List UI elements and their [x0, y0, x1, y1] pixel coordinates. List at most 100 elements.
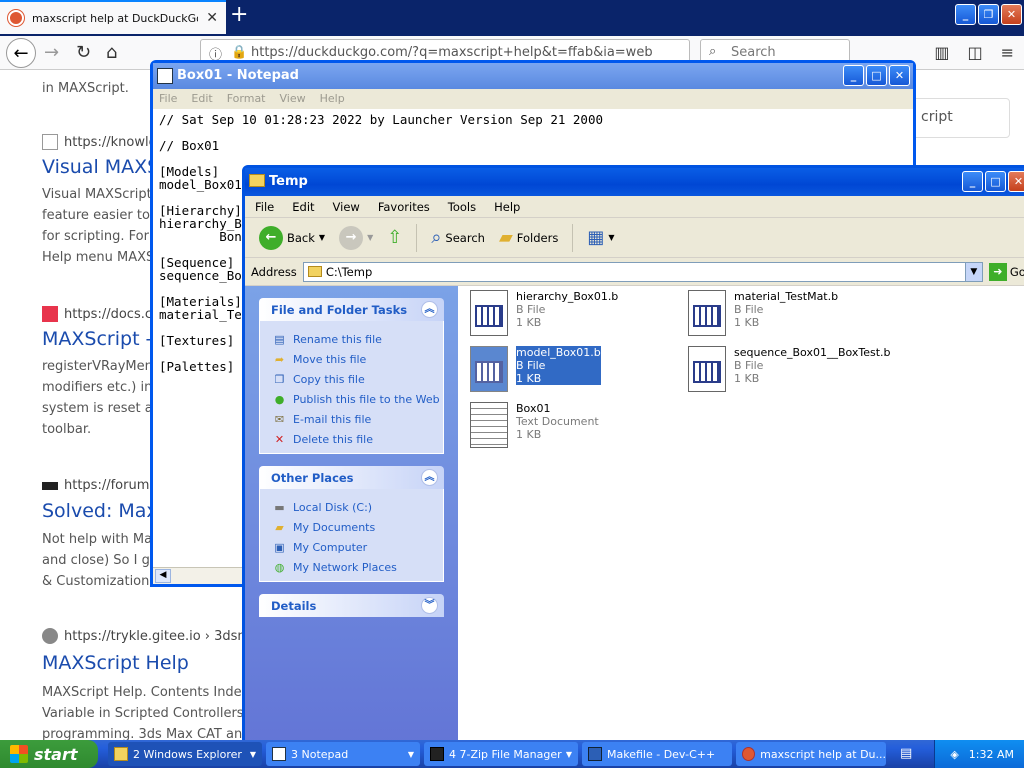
minimize-icon[interactable]: _ — [843, 65, 864, 86]
menu-tools[interactable]: Tools — [448, 200, 476, 214]
views-icon: ▦ — [587, 227, 605, 248]
tab-title: maxscript help at DuckDuckGo — [32, 11, 199, 25]
result-title[interactable]: Visual MAXS — [42, 156, 159, 178]
forward-button[interactable]: → ▼ — [335, 224, 377, 252]
menu-view[interactable]: View — [280, 92, 306, 106]
panel-header[interactable]: Details ︾ — [259, 594, 444, 617]
site-favicon-icon — [42, 481, 58, 490]
file-item[interactable]: model_Box01.b B File 1 KB — [470, 346, 680, 398]
close-tab-icon[interactable]: ✕ — [206, 10, 218, 26]
place-network[interactable]: ◍ My Network Places — [272, 557, 443, 577]
back-arrow-icon: ← — [259, 225, 283, 250]
result-title[interactable]: MAXScript - — [42, 328, 152, 350]
taskbar-item-devcpp[interactable]: Makefile - Dev-C++ — [582, 742, 732, 766]
folders-icon: ▰ — [498, 227, 513, 248]
home-icon[interactable]: ⌂ — [106, 42, 117, 63]
menu-file[interactable]: File — [159, 92, 177, 106]
forward-arrow-icon: → — [339, 225, 364, 250]
folder-up-icon: ⇧ — [387, 227, 403, 248]
task-email[interactable]: ✉ E-mail this file — [272, 409, 443, 429]
task-delete[interactable]: ✕ Delete this file — [272, 429, 443, 449]
notepad-icon — [272, 747, 286, 761]
taskbar-item-notepad[interactable]: 3 Notepad ▼ — [266, 742, 420, 766]
address-field[interactable]: C:\Temp ▼ — [302, 261, 983, 282]
chevron-up-icon[interactable]: ︽ — [421, 469, 438, 486]
restore-icon[interactable]: ❐ — [978, 4, 999, 25]
chevron-down-icon[interactable]: ︾ — [421, 597, 438, 614]
menu-help[interactable]: Help — [320, 92, 345, 106]
place-my-documents[interactable]: ▰ My Documents — [272, 517, 443, 537]
result-title[interactable]: MAXScript Help — [42, 652, 189, 674]
panel-header[interactable]: Other Places ︽ — [259, 466, 444, 489]
start-button[interactable]: start — [0, 740, 98, 768]
place-local-disk[interactable]: ▬ Local Disk (C:) — [272, 497, 443, 517]
views-button[interactable]: ▦ ▼ — [583, 225, 618, 250]
close-icon[interactable]: ✕ — [1001, 4, 1022, 25]
task-publish[interactable]: ● Publish this file to the Web — [272, 389, 443, 409]
back-button[interactable]: ← Back ▼ — [255, 224, 329, 252]
menu-icon[interactable]: ≡ — [1001, 43, 1014, 62]
menu-help[interactable]: Help — [494, 200, 520, 214]
close-icon[interactable]: ✕ — [1008, 171, 1024, 192]
panel-header[interactable]: File and Folder Tasks ︽ — [259, 298, 444, 321]
chevron-down-icon[interactable]: ▼ — [964, 262, 982, 281]
tray-network-icon[interactable]: ◈ — [950, 748, 958, 761]
file-folder-tasks-panel: File and Folder Tasks ︽ ▤ Rename this file… — [259, 298, 444, 454]
result-snippet: MAXScript Help. Contents Index Variable i… — [42, 685, 257, 742]
file-item[interactable]: sequence_Box01__BoxTest.b B File 1 KB — [688, 346, 898, 398]
forward-arrow-icon[interactable]: → — [44, 42, 59, 63]
system-tray: ◈ 1:32 AM — [934, 740, 1024, 768]
taskbar-item-7zip[interactable]: 4 7-Zip File Manager ▼ — [424, 742, 578, 766]
browser-tab[interactable]: maxscript help at DuckDuckGo ✕ — [0, 0, 226, 34]
result-url[interactable]: https://docs.c — [42, 306, 152, 322]
menu-view[interactable]: View — [333, 200, 360, 214]
close-icon[interactable]: ✕ — [889, 65, 910, 86]
windows-logo-icon — [10, 745, 28, 763]
address-bar: Address C:\Temp ▼ ➜ Go — [245, 258, 1024, 286]
taskbar-item-explorer[interactable]: 2 Windows Explorer ▼ — [108, 742, 262, 766]
result-url[interactable]: https://forums — [42, 478, 156, 493]
go-button[interactable]: ➜ Go — [988, 262, 1024, 281]
new-tab-icon[interactable]: + — [230, 4, 248, 26]
taskbar-item-firefox[interactable]: maxscript help at Du... — [736, 742, 886, 766]
library-icon[interactable]: ▥ — [934, 43, 949, 62]
menu-format[interactable]: Format — [227, 92, 266, 106]
menu-favorites[interactable]: Favorites — [378, 200, 430, 214]
result-url[interactable]: https://knowle — [42, 134, 157, 150]
place-my-computer[interactable]: ▣ My Computer — [272, 537, 443, 557]
chevron-up-icon[interactable]: ︽ — [421, 301, 438, 318]
sidebar-icon[interactable]: ◫ — [967, 43, 982, 62]
result-url[interactable]: https://trykle.gitee.io › 3dsm — [42, 628, 250, 644]
keyboard-icon[interactable]: ▤ — [900, 746, 912, 761]
explorer-titlebar[interactable]: Temp _ □ ✕ — [245, 168, 1024, 196]
explorer-title: Temp — [269, 174, 308, 189]
menu-edit[interactable]: Edit — [191, 92, 212, 106]
menu-edit[interactable]: Edit — [292, 200, 314, 214]
notepad-icon — [157, 68, 173, 84]
file-item[interactable]: hierarchy_Box01.b B File 1 KB — [470, 290, 680, 342]
maximize-icon[interactable]: □ — [866, 65, 887, 86]
folder-icon — [249, 174, 265, 187]
back-arrow-icon[interactable]: ← — [6, 38, 36, 68]
file-item[interactable]: material_TestMat.b B File 1 KB — [688, 290, 898, 342]
toolbar-separator — [416, 223, 418, 252]
clock[interactable]: 1:32 AM — [969, 748, 1014, 761]
result-title[interactable]: Solved: Max — [42, 500, 158, 522]
task-rename[interactable]: ▤ Rename this file — [272, 329, 443, 349]
file-item[interactable]: Box01 Text Document 1 KB — [470, 402, 680, 454]
up-button[interactable]: ⇧ — [383, 225, 406, 250]
folders-button[interactable]: ▰ Folders — [495, 225, 562, 250]
other-places-panel: Other Places ︽ ▬ Local Disk (C:) ▰ My Docum… — [259, 466, 444, 582]
search-button[interactable]: ⌕ Search — [427, 225, 489, 250]
notepad-titlebar[interactable]: Box01 - Notepad _ □ ✕ — [153, 63, 913, 89]
task-move[interactable]: ➦ Move this file — [272, 349, 443, 369]
explorer-window-controls: _ □ ✕ — [962, 171, 1024, 192]
task-copy[interactable]: ❐ Copy this file — [272, 369, 443, 389]
documents-icon: ▰ — [275, 520, 284, 534]
scroll-left-icon[interactable]: ◀ — [155, 569, 171, 583]
menu-file[interactable]: File — [255, 200, 274, 214]
minimize-icon[interactable]: _ — [962, 171, 983, 192]
minimize-icon[interactable]: _ — [955, 4, 976, 25]
maximize-icon[interactable]: □ — [985, 171, 1006, 192]
reload-icon[interactable]: ↻ — [76, 42, 91, 63]
